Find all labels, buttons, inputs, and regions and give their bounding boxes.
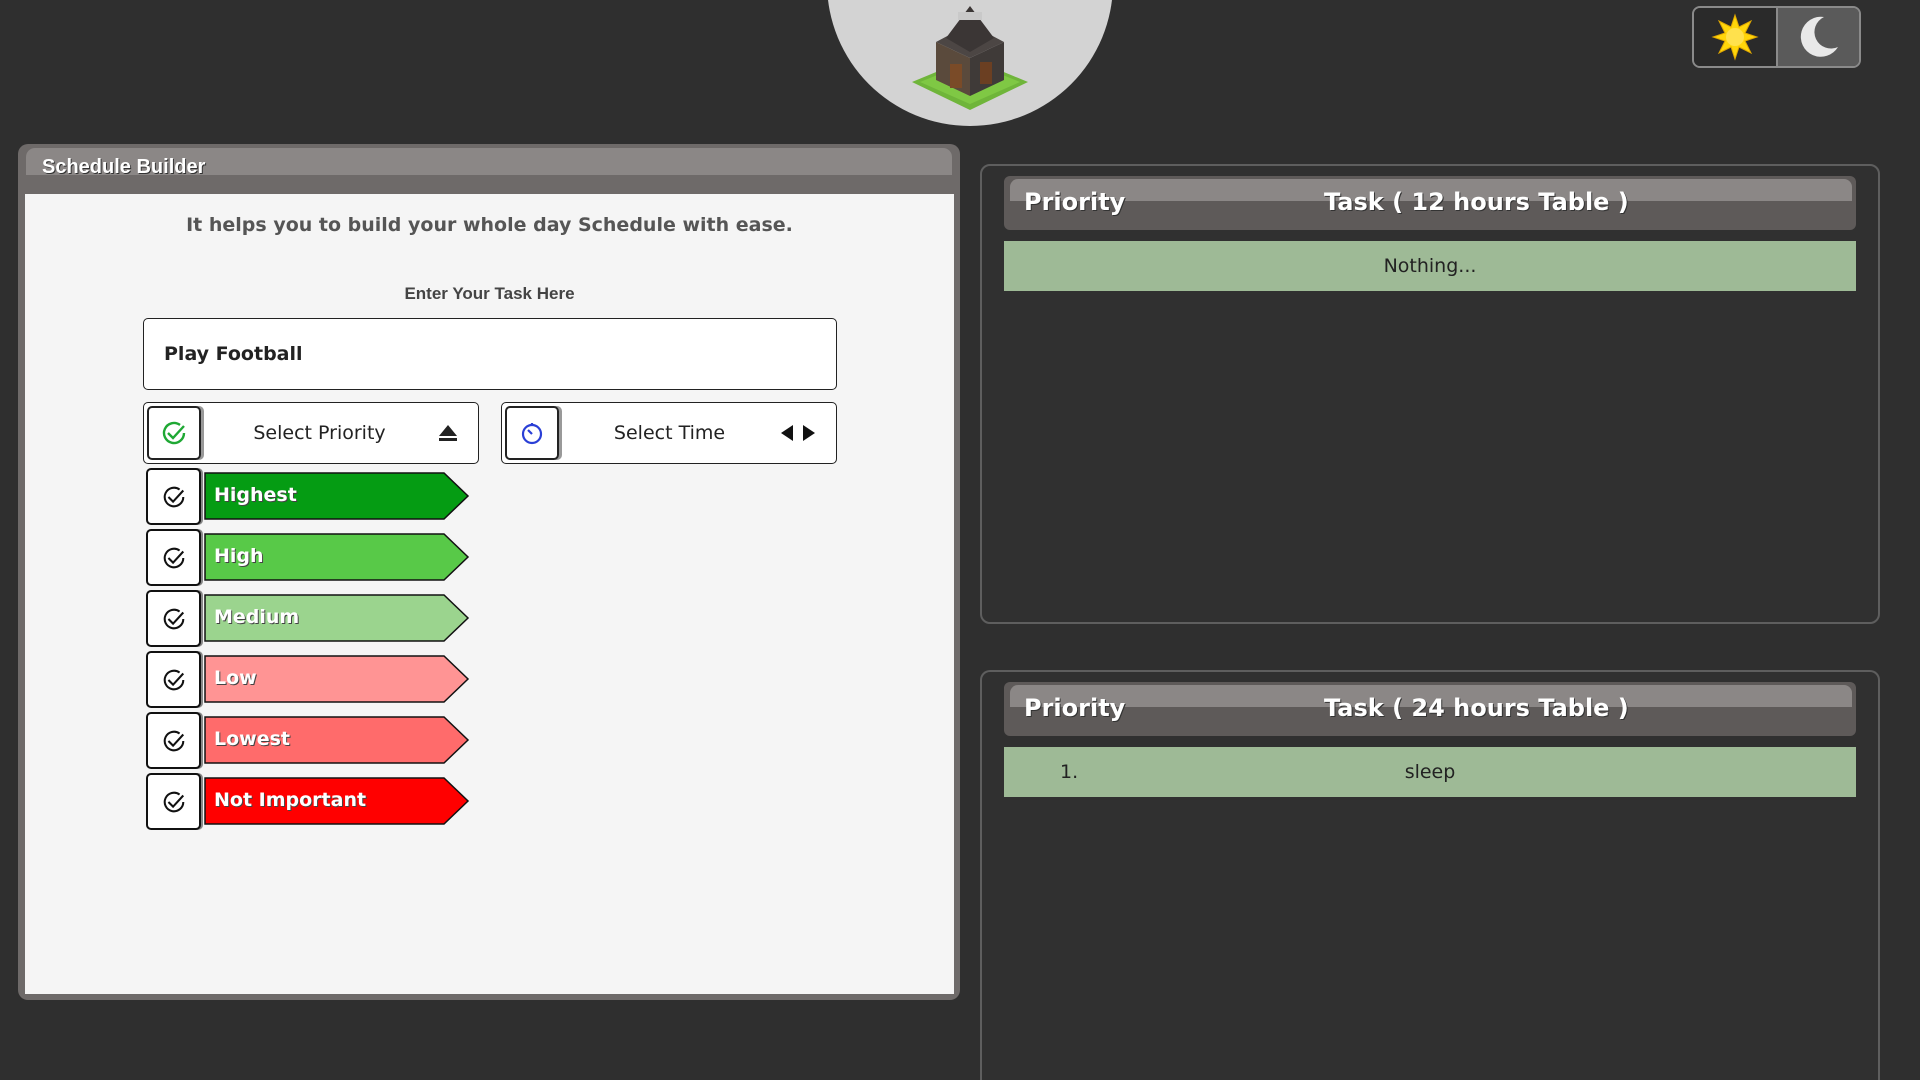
option-check-box <box>146 773 201 830</box>
table-row: Nothing... <box>1004 241 1856 291</box>
priority-option-high[interactable]: High <box>146 529 470 590</box>
priority-option-highest[interactable]: Highest <box>146 468 470 529</box>
priority-option-low[interactable]: Low <box>146 651 470 712</box>
check-circle-icon <box>163 608 184 629</box>
check-circle-icon <box>163 669 184 690</box>
time-arrows <box>780 424 816 442</box>
left-arrow-icon[interactable] <box>780 424 794 442</box>
priority-tag: Highest <box>204 472 470 520</box>
priority-label: Highest <box>214 484 297 506</box>
row-task-text: sleep <box>1404 761 1456 783</box>
table-header: Priority Task ( 12 hours Table ) <box>1004 176 1856 230</box>
priority-option-not-important[interactable]: Not Important <box>146 773 470 834</box>
theme-toggle[interactable] <box>1692 6 1861 68</box>
option-check-box <box>146 651 201 708</box>
row-number: 1. <box>1060 761 1079 783</box>
select-time-label: Select Time <box>613 422 726 444</box>
option-check-box <box>146 590 201 647</box>
select-priority-label: Select Priority <box>253 422 386 444</box>
option-check-box <box>146 529 201 586</box>
column-priority: Priority <box>1024 188 1126 216</box>
right-arrow-icon[interactable] <box>802 424 816 442</box>
check-circle-icon <box>163 486 184 507</box>
dropdown-arrow[interactable] <box>438 424 458 442</box>
option-check-box <box>146 712 201 769</box>
timer-icon <box>521 423 543 445</box>
check-circle-icon <box>163 547 184 568</box>
card-body: It helps you to build your whole day Sch… <box>25 194 954 994</box>
column-task: Task ( 12 hours Table ) <box>1324 188 1629 216</box>
time-icon-box <box>505 406 559 460</box>
column-task: Task ( 24 hours Table ) <box>1324 694 1629 722</box>
priority-icon-box <box>147 406 201 460</box>
priority-tag: Lowest <box>204 716 470 764</box>
schedule-app: Schedule Builder It helps you to build y… <box>0 0 1920 1080</box>
twelve-hour-table: Priority Task ( 12 hours Table ) Nothing… <box>980 164 1880 624</box>
twentyfour-hour-table: Priority Task ( 24 hours Table ) 1. slee… <box>980 670 1880 1080</box>
option-check-box <box>146 468 201 525</box>
select-time-dropdown[interactable]: Select Time <box>501 402 837 464</box>
priority-tag: Medium <box>204 594 470 642</box>
card-title: Schedule Builder <box>42 156 206 178</box>
priority-label: Not Important <box>214 789 367 811</box>
check-circle-icon <box>163 730 184 751</box>
priority-label: Medium <box>214 606 300 628</box>
table-row[interactable]: 1. sleep <box>1004 747 1856 797</box>
select-priority-dropdown[interactable]: Select Priority <box>143 402 479 464</box>
priority-options: Highest High Medium Low Lowest Not Impor… <box>146 468 470 834</box>
light-mode-button[interactable] <box>1694 8 1778 66</box>
column-priority: Priority <box>1024 694 1126 722</box>
builder-hut-icon <box>912 6 1028 110</box>
moon-icon <box>1801 16 1839 57</box>
priority-tag: Low <box>204 655 470 703</box>
priority-tag: Not Important <box>204 777 470 825</box>
task-input-label: Enter Your Task Here <box>404 284 575 303</box>
priority-label: Lowest <box>214 728 290 750</box>
schedule-builder-card: Schedule Builder It helps you to build y… <box>18 144 960 1000</box>
builder-description: It helps you to build your whole day Sch… <box>186 214 793 236</box>
sun-icon <box>1711 13 1759 61</box>
check-circle-icon <box>162 421 186 445</box>
table-header: Priority Task ( 24 hours Table ) <box>1004 682 1856 736</box>
dark-mode-button[interactable] <box>1777 8 1859 66</box>
eject-up-icon <box>439 425 457 441</box>
task-input[interactable] <box>143 318 837 390</box>
priority-option-medium[interactable]: Medium <box>146 590 470 651</box>
priority-option-lowest[interactable]: Lowest <box>146 712 470 773</box>
priority-tag: High <box>204 533 470 581</box>
priority-label: High <box>214 545 264 567</box>
row-task-text: Nothing... <box>1383 255 1477 277</box>
check-circle-icon <box>163 791 184 812</box>
priority-label: Low <box>214 667 257 689</box>
